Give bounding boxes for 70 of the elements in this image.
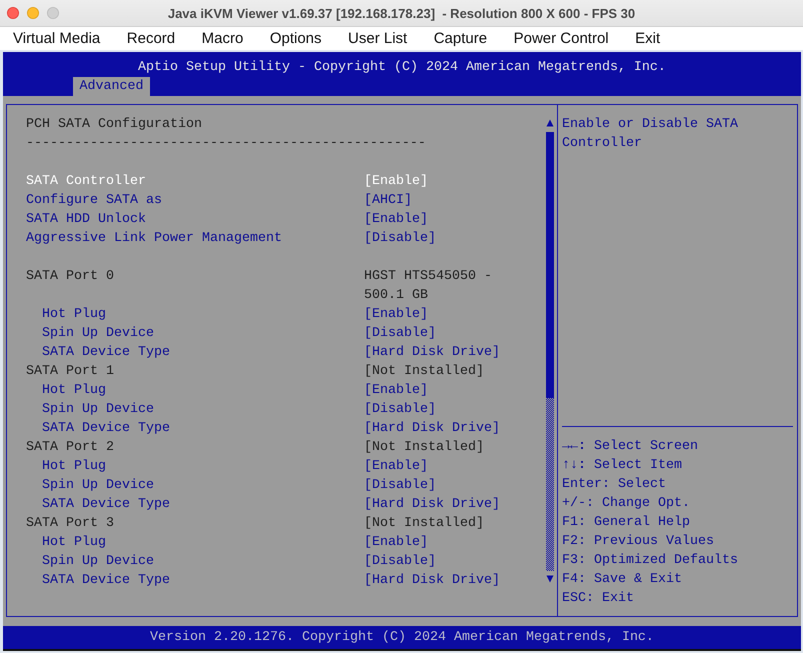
setting-value[interactable]: [Enable]	[364, 210, 428, 229]
bios-title: Aptio Setup Utility - Copyright (C) 2024 American Megatrends, Inc.	[138, 59, 666, 77]
key-hint: F1: General Help	[562, 514, 690, 532]
setting-value[interactable]: [Hard Disk Drive]	[364, 571, 500, 590]
setting-value[interactable]: [Enable]	[364, 533, 428, 552]
key-hint: +/-: Change Opt.	[562, 495, 690, 513]
menu-item[interactable]: User List	[348, 30, 408, 48]
section-title: PCH SATA Configuration	[26, 116, 202, 134]
setting-value: HGST HTS545050 - 500.1 GB	[364, 268, 493, 305]
setting-label[interactable]: Aggressive Link Power Management	[26, 229, 282, 248]
setting-label[interactable]: SATA Device Type	[42, 419, 170, 438]
dashed-separator: --------------------------------------------------	[26, 135, 426, 153]
key-hint: F2: Previous Values	[562, 533, 714, 551]
setting-value: [Not Installed]	[364, 439, 484, 457]
setting-label: SATA Port 0	[26, 268, 114, 286]
setting-value[interactable]: [Enable]	[364, 305, 428, 324]
menu-item[interactable]: Virtual Media	[13, 30, 100, 48]
setting-value[interactable]: [Enable]	[364, 172, 428, 191]
setting-value[interactable]: [Enable]	[364, 381, 428, 400]
setting-label[interactable]: SATA Device Type	[42, 495, 170, 514]
close-icon[interactable]	[7, 7, 19, 19]
help-text: Enable or Disable SATA Controller	[562, 116, 739, 153]
setting-label: SATA Port 3	[26, 515, 114, 533]
setting-value: [Not Installed]	[364, 515, 484, 533]
setting-value[interactable]: [Disable]	[364, 476, 436, 495]
setting-value[interactable]: [Disable]	[364, 229, 436, 248]
setting-label[interactable]: SATA Device Type	[42, 571, 170, 590]
menu-item[interactable]: Options	[270, 30, 322, 48]
minimize-icon[interactable]	[27, 7, 39, 19]
setting-label[interactable]: Spin Up Device	[42, 324, 154, 343]
key-hint: ↑↓: Select Item	[562, 457, 682, 475]
menu-item[interactable]: Macro	[202, 30, 244, 48]
setting-label[interactable]: Hot Plug	[42, 381, 106, 400]
setting-value: [Not Installed]	[364, 363, 484, 381]
setting-label[interactable]: Spin Up Device	[42, 400, 154, 419]
setting-label[interactable]: Hot Plug	[42, 457, 106, 476]
setting-value[interactable]: [Hard Disk Drive]	[364, 495, 500, 514]
key-hint: ESC: Exit	[562, 590, 634, 608]
version-text: Version 2.20.1276. Copyright (C) 2024 American Megatrends, Inc.	[150, 629, 654, 647]
scrollbar-thumb[interactable]	[546, 132, 554, 398]
setting-label: SATA Port 1	[26, 363, 114, 381]
scrollbar-track[interactable]	[546, 132, 554, 571]
scroll-up-icon[interactable]	[546, 119, 554, 127]
key-hint: →←: Select Screen	[562, 438, 698, 456]
setting-label[interactable]: SATA Device Type	[42, 343, 170, 362]
setting-value[interactable]: [Disable]	[364, 552, 436, 571]
setting-value[interactable]: [Hard Disk Drive]	[364, 419, 500, 438]
setting-value[interactable]: [Hard Disk Drive]	[364, 343, 500, 362]
setting-label[interactable]: Hot Plug	[42, 533, 106, 552]
setting-label: SATA Port 2	[26, 439, 114, 457]
setting-label[interactable]: Configure SATA as	[26, 191, 162, 210]
key-hint: F4: Save & Exit	[562, 571, 682, 589]
key-hint: F3: Optimized Defaults	[562, 552, 738, 570]
menu-item[interactable]: Power Control	[514, 30, 609, 48]
setting-label[interactable]: SATA HDD Unlock	[26, 210, 146, 229]
tab[interactable]: Advanced	[73, 77, 150, 96]
menu-item[interactable]: Record	[126, 30, 176, 48]
key-hint: Enter: Select	[562, 476, 666, 494]
window-title: Java iKVM Viewer v1.69.37 [192.168.178.23] - Resolution 800 X 600 - FPS 30	[168, 6, 636, 20]
menu-item[interactable]: Exit	[635, 30, 660, 48]
setting-value[interactable]: [AHCI]	[364, 191, 412, 210]
setting-value[interactable]: [Disable]	[364, 324, 436, 343]
scroll-down-icon[interactable]	[546, 575, 554, 583]
setting-label[interactable]: Hot Plug	[42, 305, 106, 324]
setting-label[interactable]: SATA Controller	[26, 172, 146, 191]
setting-value[interactable]: [Enable]	[364, 457, 428, 476]
setting-value[interactable]: [Disable]	[364, 400, 436, 419]
setting-label[interactable]: Spin Up Device	[42, 476, 154, 495]
setting-label[interactable]: Spin Up Device	[42, 552, 154, 571]
menu-item[interactable]: Capture	[434, 30, 488, 48]
